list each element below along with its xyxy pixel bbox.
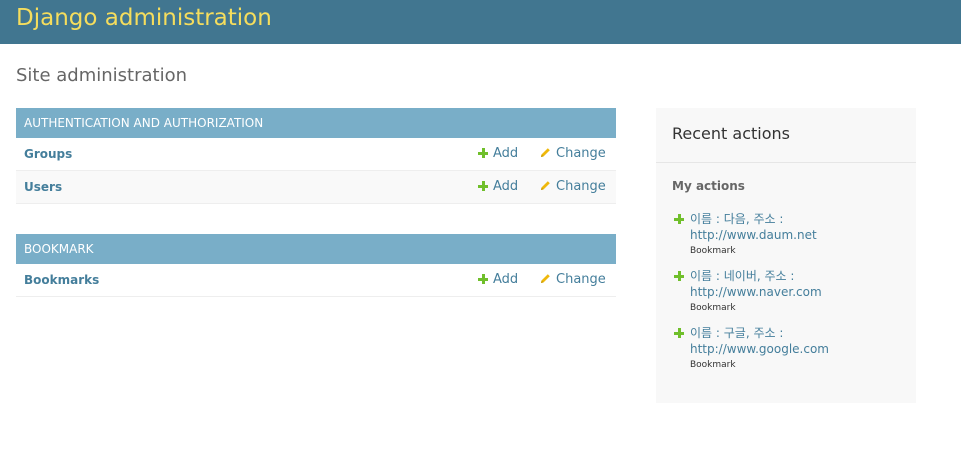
header: Django administration bbox=[0, 0, 961, 44]
plus-icon bbox=[478, 181, 488, 191]
change-label: Change bbox=[556, 146, 606, 161]
add-label: Add bbox=[493, 146, 519, 161]
change-button-bookmarks[interactable]: Change bbox=[540, 264, 606, 296]
model-link-groups[interactable]: Groups bbox=[24, 138, 72, 170]
module-bookmark: BOOKMARK Bookmarks Add Change bbox=[16, 234, 616, 297]
model-row-users: Users Add Change bbox=[16, 171, 616, 204]
change-label: Change bbox=[556, 179, 606, 194]
my-actions-heading: My actions bbox=[672, 179, 745, 193]
plus-icon bbox=[478, 274, 488, 284]
model-link-users[interactable]: Users bbox=[24, 171, 62, 203]
module-caption[interactable]: AUTHENTICATION AND AUTHORIZATION bbox=[16, 108, 616, 138]
action-link[interactable]: 이름 : 구글, 주소 : http://www.google.com bbox=[690, 325, 900, 357]
action-content-type: Bookmark bbox=[690, 303, 736, 313]
change-button-groups[interactable]: Change bbox=[540, 138, 606, 170]
addition-icon bbox=[674, 271, 684, 281]
addition-icon bbox=[674, 328, 684, 338]
model-row-groups: Groups Add Change bbox=[16, 138, 616, 171]
addition-icon bbox=[674, 214, 684, 224]
pencil-icon bbox=[540, 180, 551, 191]
action-content-type: Bookmark bbox=[690, 360, 736, 370]
site-branding[interactable]: Django administration bbox=[16, 5, 272, 31]
divider bbox=[656, 162, 916, 163]
add-button-users[interactable]: Add bbox=[478, 171, 518, 203]
change-label: Change bbox=[556, 272, 606, 287]
add-label: Add bbox=[493, 272, 519, 287]
add-button-groups[interactable]: Add bbox=[478, 138, 518, 170]
module-auth: AUTHENTICATION AND AUTHORIZATION Groups … bbox=[16, 108, 616, 204]
model-row-bookmarks: Bookmarks Add Change bbox=[16, 264, 616, 297]
add-button-bookmarks[interactable]: Add bbox=[478, 264, 518, 296]
recent-actions-panel: Recent actions My actions 이름 : 다음, 주소 : … bbox=[656, 108, 916, 403]
change-button-users[interactable]: Change bbox=[540, 171, 606, 203]
action-link[interactable]: 이름 : 네이버, 주소 : http://www.naver.com bbox=[690, 268, 900, 300]
action-content-type: Bookmark bbox=[690, 246, 736, 256]
plus-icon bbox=[478, 148, 488, 158]
pencil-icon bbox=[540, 273, 551, 284]
module-caption[interactable]: BOOKMARK bbox=[16, 234, 616, 264]
add-label: Add bbox=[493, 179, 519, 194]
recent-actions-title: Recent actions bbox=[672, 124, 790, 143]
page-title: Site administration bbox=[16, 65, 188, 86]
pencil-icon bbox=[540, 147, 551, 158]
model-link-bookmarks[interactable]: Bookmarks bbox=[24, 264, 99, 296]
action-link[interactable]: 이름 : 다음, 주소 : http://www.daum.net bbox=[690, 211, 900, 243]
